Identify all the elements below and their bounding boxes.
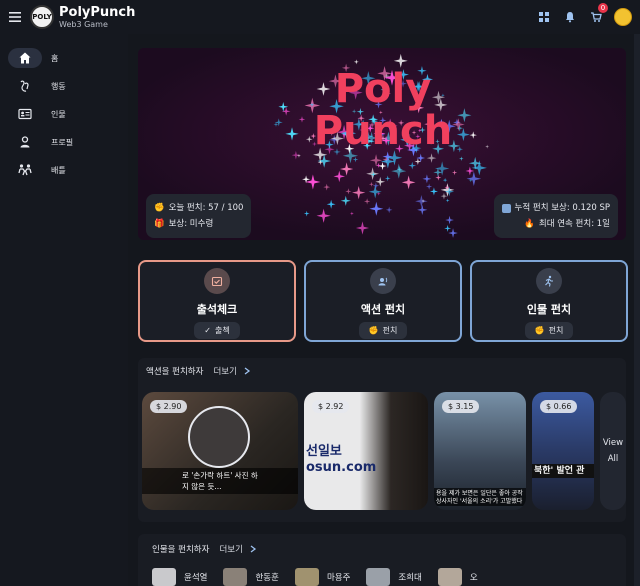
- action-punch-button-label: 펀치: [382, 326, 398, 335]
- sidebar: 홈 행동 인물 프로필 배틀: [0, 34, 128, 586]
- action-punch-card[interactable]: 액션 펀치 ✊ 펀치: [304, 260, 462, 342]
- price-badge: $ 0.66: [540, 400, 578, 413]
- price-badge: $ 2.90: [150, 400, 188, 413]
- fire-icon: 🔥: [524, 219, 535, 229]
- action-punch-title: 액션 펀치: [360, 303, 406, 316]
- person-item[interactable]: 윤석열: [152, 568, 207, 586]
- person-photo: [437, 568, 462, 586]
- attendance-button-label: 출첵: [214, 326, 230, 335]
- person-photo: [366, 568, 391, 586]
- person-punch-button[interactable]: ✊ 펀치: [524, 322, 574, 339]
- menu-button[interactable]: [0, 0, 30, 34]
- person-photo: [294, 568, 319, 586]
- total-reward-label: 누적 펀치 보상: 0.120 SP: [514, 203, 610, 213]
- person-item[interactable]: 조희대: [366, 568, 422, 586]
- more-link[interactable]: 더보기: [213, 365, 236, 377]
- app-logo[interactable]: POLY: [30, 5, 54, 29]
- person-photo: [152, 568, 176, 586]
- attendance-button[interactable]: ✓ 출첵: [194, 322, 240, 339]
- action-card-3[interactable]: $ 0.66 북한' 발언 관: [532, 392, 594, 510]
- main-content: Poly Punch ✊ 오늘 펀치: 57 / 100 🎁 보상: 미수령 누적 …: [128, 34, 640, 586]
- person-item[interactable]: 한동훈: [223, 568, 279, 586]
- id-card-icon: [8, 104, 42, 124]
- thumbnail-circle: [188, 406, 250, 468]
- chevron-right-icon[interactable]: [249, 545, 257, 553]
- action-card-0[interactable]: $ 2.90 로 '손가락 하트' 사진 하지 않은 듯...: [142, 392, 298, 510]
- chevron-right-icon[interactable]: [243, 367, 251, 375]
- sidebar-item-label: 행동: [51, 81, 66, 91]
- person-photo: [223, 568, 248, 586]
- sidebar-item-profile[interactable]: 프로필: [0, 128, 128, 156]
- notifications-button[interactable]: [562, 9, 578, 25]
- check-icon: ✓: [204, 326, 211, 335]
- people-section: 인물을 펀치하자 더보기 윤석열 한동훈 마용주 조희대 오: [138, 534, 626, 586]
- view-all-button[interactable]: View All: [600, 392, 626, 510]
- calendar-check-icon: [204, 268, 230, 294]
- section-title: 인물을 펀치하자: [152, 545, 210, 555]
- hero-banner: Poly Punch ✊ 오늘 펀치: 57 / 100 🎁 보상: 미수령 누적 …: [138, 48, 626, 240]
- running-icon: [536, 268, 562, 294]
- action-card-2[interactable]: $ 3.15 용을 제가 보면은 일단은 좋아 공작 상사자인 '서울의 소리'…: [434, 392, 526, 510]
- person-name: 한동훈: [255, 573, 279, 583]
- card-caption: 로 '손가락 하트' 사진 하지 않은 듯...: [142, 468, 298, 494]
- person-name: 마용주: [326, 573, 351, 583]
- sidebar-item-people[interactable]: 인물: [0, 100, 128, 128]
- user-avatar[interactable]: [614, 8, 632, 26]
- today-punch-label: 오늘 펀치: 57 / 100: [168, 203, 244, 213]
- more-link[interactable]: 더보기: [219, 543, 242, 555]
- person-item[interactable]: 오: [437, 568, 478, 586]
- home-icon: [8, 48, 42, 68]
- max-streak-label: 최대 연속 펀치: 1일: [538, 219, 610, 229]
- person-icon: [8, 132, 42, 152]
- person-item[interactable]: 마용주: [294, 568, 351, 586]
- price-badge: $ 2.92: [312, 400, 350, 413]
- section-title: 액션을 펀치하자: [146, 367, 204, 377]
- person-name: 오: [469, 573, 478, 583]
- price-badge: $ 3.15: [442, 400, 480, 413]
- action-section: 액션을 펀치하자 더보기 $ 2.90 로 '손가락 하트' 사진 하지 않은 …: [138, 358, 626, 522]
- grid-icon: [539, 12, 549, 22]
- card-caption: 선일보 osun.com: [306, 444, 377, 475]
- person-name: 조희대: [398, 573, 422, 583]
- sidebar-item-label: 인물: [51, 109, 66, 119]
- fist-icon: ✊: [534, 326, 545, 335]
- scrollbar[interactable]: [634, 34, 640, 586]
- attendance-card[interactable]: 출석체크 ✓ 출첵: [138, 260, 296, 342]
- person-punch-card[interactable]: 인물 펀치 ✊ 펀치: [470, 260, 628, 342]
- gift-icon: 🎁: [154, 219, 165, 229]
- cart-button[interactable]: 0: [588, 3, 608, 25]
- fist-icon: ✊: [154, 203, 165, 213]
- battle-icon: [8, 160, 42, 180]
- sidebar-item-label: 배틀: [51, 165, 66, 175]
- today-punch-card: ✊ 오늘 펀치: 57 / 100 🎁 보상: 미수령: [146, 194, 252, 238]
- app-subtitle: Web3 Game: [59, 19, 108, 29]
- action-card-1[interactable]: $ 2.92 선일보 osun.com: [304, 392, 428, 510]
- person-punch-button-label: 펀치: [548, 326, 564, 335]
- cart-count-badge: 0: [598, 3, 608, 13]
- sidebar-item-label: 프로필: [51, 137, 74, 147]
- top-app-bar: POLY PolyPunch Web3 Game 0: [0, 0, 640, 34]
- gesture-icon: [8, 76, 42, 96]
- action-punch-button[interactable]: ✊ 펀치: [358, 322, 408, 339]
- app-name: PolyPunch: [59, 4, 136, 20]
- sidebar-item-home[interactable]: 홈: [0, 44, 128, 72]
- person-punch-title: 인물 펀치: [526, 303, 572, 316]
- voice-icon: [370, 268, 396, 294]
- sidebar-item-battle[interactable]: 배틀: [0, 156, 128, 184]
- person-name: 윤석열: [184, 573, 208, 583]
- sidebar-item-action[interactable]: 행동: [0, 72, 128, 100]
- total-reward-card: 누적 펀치 보상: 0.120 SP 🔥 최대 연속 펀치: 1일: [493, 194, 618, 238]
- bell-icon: [566, 12, 574, 23]
- cart-icon: [591, 12, 602, 22]
- attendance-title: 출석체크: [196, 303, 238, 316]
- reward-label: 보상: 미수령: [168, 219, 214, 229]
- hero-title: Poly Punch: [313, 66, 453, 154]
- grid-button[interactable]: [536, 9, 552, 25]
- hamburger-icon: [9, 12, 21, 22]
- sp-coin-icon: [501, 203, 511, 213]
- sidebar-item-label: 홈: [51, 53, 59, 63]
- fist-icon: ✊: [368, 326, 379, 335]
- card-caption: 용을 제가 보면은 일단은 좋아 공작 상사자인 '서울의 소리'가 고발했다: [434, 488, 526, 506]
- card-caption: 북한' 발언 관: [532, 464, 594, 478]
